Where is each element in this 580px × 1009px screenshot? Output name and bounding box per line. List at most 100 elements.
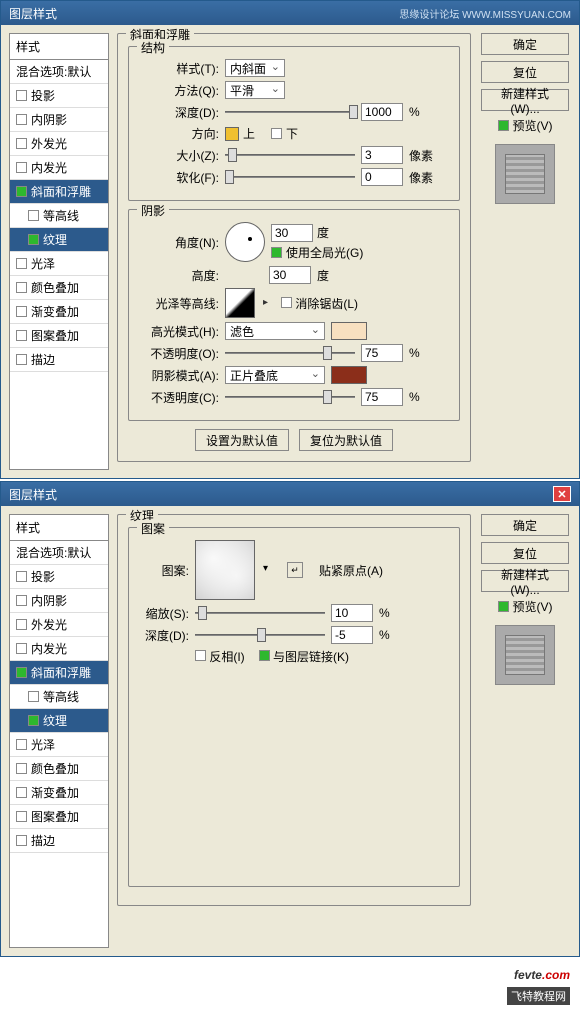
preview-thumbnail xyxy=(495,625,555,685)
depth-input[interactable] xyxy=(331,626,373,644)
new-style-button[interactable]: 新建样式(W)... xyxy=(481,570,569,592)
satin-item[interactable]: 光泽 xyxy=(10,252,108,276)
size-input[interactable] xyxy=(361,146,403,164)
grad-overlay-item[interactable]: 渐变叠加 xyxy=(10,781,108,805)
global-light-check[interactable] xyxy=(271,247,282,258)
outer-glow-item[interactable]: 外发光 xyxy=(10,613,108,637)
contour-item[interactable]: 等高线 xyxy=(10,204,108,228)
depth-slider[interactable] xyxy=(225,105,355,119)
method-label: 方法(Q): xyxy=(139,82,219,99)
blend-options-item[interactable]: 混合选项:默认 xyxy=(10,60,108,84)
style-list: 样式 混合选项:默认 投影 内阴影 外发光 内发光 斜面和浮雕 等高线 纹理 光… xyxy=(9,514,109,948)
drop-shadow-item[interactable]: 投影 xyxy=(10,565,108,589)
inner-shadow-item[interactable]: 内阴影 xyxy=(10,108,108,132)
gloss-contour-picker[interactable] xyxy=(225,288,255,318)
pattern-label: 图案: xyxy=(139,562,189,579)
side-buttons: 确定 复位 新建样式(W)... 预览(V) xyxy=(479,33,571,470)
soften-label: 软化(F): xyxy=(139,169,219,186)
titlebar: 图层样式 思缘设计论坛 WWW.MISSYUAN.COM xyxy=(1,1,579,25)
depth-label: 深度(D): xyxy=(139,104,219,121)
highlight-opacity-input[interactable] xyxy=(361,344,403,362)
invert-check[interactable] xyxy=(195,650,206,661)
structure-group: 结构 样式(T):内斜面 方法(Q):平滑 深度(D):% 方向:上下 大小(Z… xyxy=(128,46,460,201)
link-layer-check[interactable] xyxy=(259,650,270,661)
texture-group: 纹理 图案 图案: ↵ 贴紧原点(A) 缩放(S):% 深度(D):% 反相(I… xyxy=(117,514,471,906)
new-style-button[interactable]: 新建样式(W)... xyxy=(481,89,569,111)
stroke-item[interactable]: 描边 xyxy=(10,829,108,853)
direction-label: 方向: xyxy=(139,125,219,142)
style-list-header: 样式 xyxy=(10,515,108,541)
make-default-button[interactable]: 设置为默认值 xyxy=(195,429,289,451)
watermark-text: 思缘设计论坛 WWW.MISSYUAN.COM xyxy=(399,6,571,21)
cancel-button[interactable]: 复位 xyxy=(481,542,569,564)
grad-overlay-item[interactable]: 渐变叠加 xyxy=(10,300,108,324)
contour-item[interactable]: 等高线 xyxy=(10,685,108,709)
highlight-mode-select[interactable]: 滤色 xyxy=(225,322,325,340)
size-label: 大小(Z): xyxy=(139,147,219,164)
bevel-item[interactable]: 斜面和浮雕 xyxy=(10,180,108,204)
color-overlay-item[interactable]: 颜色叠加 xyxy=(10,276,108,300)
main-panel: 纹理 图案 图案: ↵ 贴紧原点(A) 缩放(S):% 深度(D):% 反相(I… xyxy=(117,514,471,948)
altitude-input[interactable] xyxy=(269,266,311,284)
inner-glow-item[interactable]: 内发光 xyxy=(10,156,108,180)
ok-button[interactable]: 确定 xyxy=(481,33,569,55)
snap-origin-label[interactable]: 贴紧原点(A) xyxy=(319,562,383,579)
shadow-opacity-slider[interactable] xyxy=(225,390,355,404)
altitude-label: 高度: xyxy=(139,267,219,284)
snap-origin-button[interactable]: ↵ xyxy=(287,562,303,578)
texture-item[interactable]: 纹理 xyxy=(10,709,108,733)
close-icon[interactable]: ✕ xyxy=(553,486,571,502)
pattern-picker[interactable] xyxy=(195,540,255,600)
style-select[interactable]: 内斜面 xyxy=(225,59,285,77)
footer-watermark: fevte.com 飞特教程网 xyxy=(0,959,580,1009)
angle-input[interactable] xyxy=(271,224,313,242)
antialias-check[interactable] xyxy=(281,297,292,308)
stroke-item[interactable]: 描边 xyxy=(10,348,108,372)
pattern-group: 图案 图案: ↵ 贴紧原点(A) 缩放(S):% 深度(D):% 反相(I) 与… xyxy=(128,527,460,887)
highlight-mode-label: 高光模式(H): xyxy=(139,323,219,340)
texture-item[interactable]: 纹理 xyxy=(10,228,108,252)
size-slider[interactable] xyxy=(225,148,355,162)
soften-slider[interactable] xyxy=(225,170,355,184)
titlebar: 图层样式 ✕ xyxy=(1,482,579,506)
highlight-color-swatch[interactable] xyxy=(331,322,367,340)
scale-slider[interactable] xyxy=(195,606,325,620)
gloss-contour-label: 光泽等高线: xyxy=(139,295,219,312)
soften-input[interactable] xyxy=(361,168,403,186)
scale-label: 缩放(S): xyxy=(139,605,189,622)
bevel-item[interactable]: 斜面和浮雕 xyxy=(10,661,108,685)
scale-input[interactable] xyxy=(331,604,373,622)
shadow-opacity-input[interactable] xyxy=(361,388,403,406)
main-panel: 斜面和浮雕 结构 样式(T):内斜面 方法(Q):平滑 深度(D):% 方向:上… xyxy=(117,33,471,470)
dialog-title: 图层样式 xyxy=(9,486,57,503)
cancel-button[interactable]: 复位 xyxy=(481,61,569,83)
inner-glow-item[interactable]: 内发光 xyxy=(10,637,108,661)
style-label: 样式(T): xyxy=(139,60,219,77)
depth-slider[interactable] xyxy=(195,628,325,642)
drop-shadow-item[interactable]: 投影 xyxy=(10,84,108,108)
method-select[interactable]: 平滑 xyxy=(225,81,285,99)
blend-options-item[interactable]: 混合选项:默认 xyxy=(10,541,108,565)
dir-up-radio[interactable] xyxy=(225,127,239,141)
preview-check[interactable] xyxy=(498,120,509,131)
pattern-overlay-item[interactable]: 图案叠加 xyxy=(10,805,108,829)
depth-input[interactable] xyxy=(361,103,403,121)
structure-title: 结构 xyxy=(137,39,169,56)
color-overlay-item[interactable]: 颜色叠加 xyxy=(10,757,108,781)
pattern-overlay-item[interactable]: 图案叠加 xyxy=(10,324,108,348)
depth-label: 深度(D): xyxy=(139,627,189,644)
reset-default-button[interactable]: 复位为默认值 xyxy=(299,429,393,451)
ok-button[interactable]: 确定 xyxy=(481,514,569,536)
shadow-mode-select[interactable]: 正片叠底 xyxy=(225,366,325,384)
outer-glow-item[interactable]: 外发光 xyxy=(10,132,108,156)
shadow-color-swatch[interactable] xyxy=(331,366,367,384)
highlight-opacity-label: 不透明度(O): xyxy=(139,345,219,362)
satin-item[interactable]: 光泽 xyxy=(10,733,108,757)
dir-down-radio[interactable] xyxy=(271,128,282,139)
highlight-opacity-slider[interactable] xyxy=(225,346,355,360)
angle-dial[interactable] xyxy=(225,222,265,262)
shading-title: 阴影 xyxy=(137,202,169,219)
inner-shadow-item[interactable]: 内阴影 xyxy=(10,589,108,613)
preview-check[interactable] xyxy=(498,601,509,612)
style-list-header: 样式 xyxy=(10,34,108,60)
